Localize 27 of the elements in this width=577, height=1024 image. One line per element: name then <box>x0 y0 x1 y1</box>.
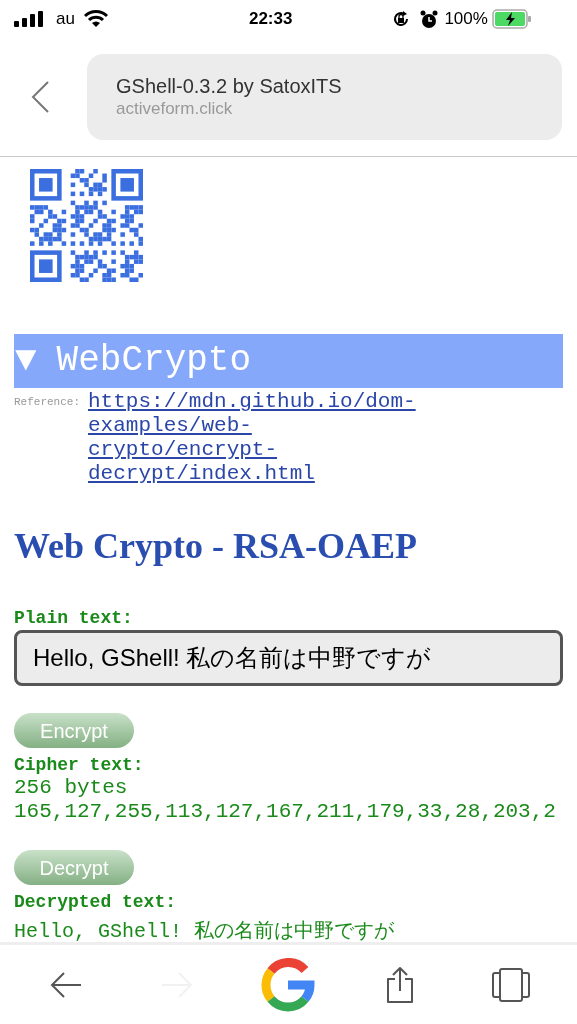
address-bar[interactable]: GShell-0.3.2 by SatoxITS activeform.click <box>87 54 562 140</box>
plain-text-field[interactable]: Hello, GShell! 私の名前は中野ですが <box>14 630 563 686</box>
page-heading: Web Crypto - RSA-OAEP <box>14 525 418 568</box>
google-icon <box>261 957 316 1012</box>
reference-label: Reference: <box>14 395 80 410</box>
page-title: GShell-0.3.2 by SatoxITS <box>116 74 343 98</box>
decrypted-text: Hello, GShell! 私の名前は中野ですが <box>14 919 396 945</box>
page-domain: activeform.click <box>116 98 234 120</box>
rotation-lock-icon <box>392 10 411 28</box>
alarm-icon <box>420 9 439 29</box>
battery-icon <box>491 9 532 29</box>
share-icon <box>384 965 415 1004</box>
cipher-text-label: Cipher text: <box>14 754 145 776</box>
section-title: WebCrypto <box>56 339 252 383</box>
carrier-name: au <box>56 8 75 31</box>
cipher-bytes: 165,127,255,113,127,167,211,179,33,28,203,2 <box>14 800 557 824</box>
wifi-icon <box>82 10 109 28</box>
tabs-icon <box>492 967 531 1002</box>
clock-time: 22:33 <box>248 8 293 31</box>
battery-percent: 100% <box>444 8 488 31</box>
plain-text-label: Plain text: <box>14 608 134 628</box>
signal-icon <box>14 11 44 27</box>
cipher-size: 256 bytes <box>14 776 129 800</box>
decrypted-text-label: Decrypted text: <box>14 891 178 913</box>
chevron-left-icon <box>30 80 50 114</box>
reference-link[interactable]: https://mdn.github.io/dom-examples/web-crypto/encrypt-decrypt/index.html <box>88 390 438 486</box>
back-arrow-icon <box>48 970 83 999</box>
